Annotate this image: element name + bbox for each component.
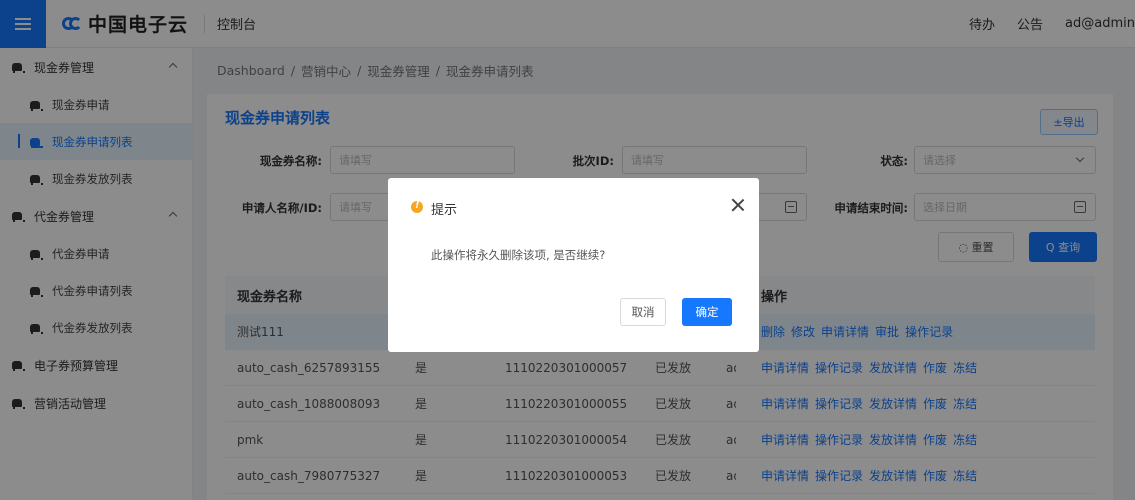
- confirm-dialog: 提示 此操作将永久删除该项, 是否继续? 取消 确定: [388, 178, 759, 352]
- confirm-button[interactable]: 确定: [682, 298, 732, 326]
- close-icon[interactable]: [731, 198, 745, 212]
- dialog-message: 此操作将永久删除该项, 是否继续?: [431, 248, 606, 262]
- cancel-button[interactable]: 取消: [620, 298, 666, 326]
- warning-icon: [411, 200, 423, 213]
- dialog-title: 提示: [431, 203, 458, 218]
